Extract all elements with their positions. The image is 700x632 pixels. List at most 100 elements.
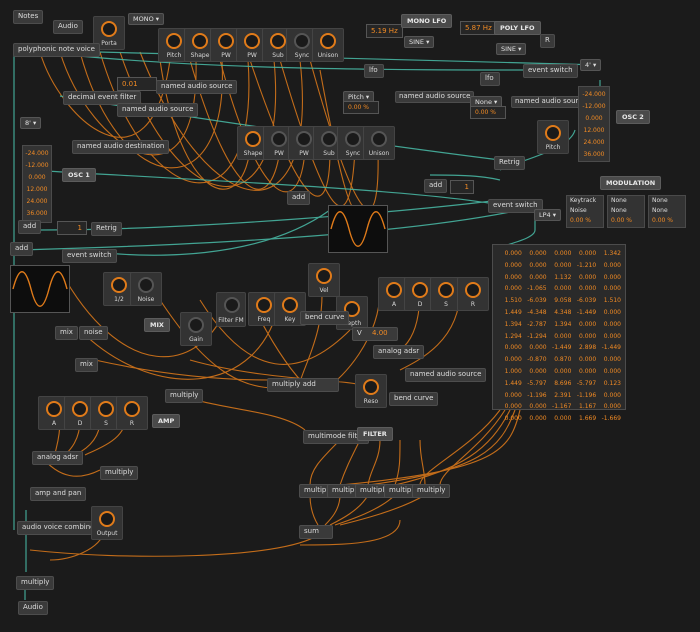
pitch-list-item[interactable]: 24.000	[23, 196, 51, 208]
pitch-mod-amount[interactable]: 0.00 %	[343, 101, 379, 114]
voice-combiner-node[interactable]: audio voice combiner	[17, 521, 103, 535]
vel-knob[interactable]: Vel	[308, 263, 340, 297]
named-audio-source-3[interactable]: named audio source	[405, 368, 487, 382]
osc2-pitch-knob[interactable]: Pitch	[537, 120, 569, 154]
reso-knob[interactable]: Reso	[355, 374, 387, 408]
octave-dropdown-a[interactable]: 8' ▾	[20, 117, 42, 129]
mix-node-1[interactable]: mix	[55, 326, 78, 340]
mix-node-2[interactable]: mix	[75, 358, 98, 372]
pitch-list-item[interactable]: -24.000	[23, 148, 51, 160]
pitch-list-item[interactable]: 24.000	[579, 137, 609, 149]
add-node-2[interactable]: add	[10, 242, 34, 256]
bend-curve-node-1[interactable]: bend curve	[300, 311, 350, 325]
event-switch-node-1[interactable]: event switch	[62, 249, 117, 263]
analog-adsr-node-2[interactable]: analog adsr	[32, 451, 84, 465]
osc2-knob-5[interactable]: Unison	[363, 126, 395, 160]
matrix-cell: -6.039	[576, 297, 597, 305]
pitch-list-item[interactable]: 0.000	[579, 113, 609, 125]
pitch-list-item[interactable]: -12.000	[23, 160, 51, 172]
pitch-list-item[interactable]: 36.000	[579, 149, 609, 161]
matrix-cell: 0.000	[603, 320, 621, 328]
notes-node[interactable]: Notes	[13, 10, 44, 24]
octave-dropdown-b[interactable]: 4' ▾	[580, 59, 602, 71]
multiply-node-1[interactable]: multiply	[165, 389, 204, 403]
audio-out-node[interactable]: Audio	[18, 601, 48, 615]
mod-slot-1[interactable]: Keytrack Noise 0.00 %	[566, 195, 604, 228]
named-audio-source-1[interactable]: named audio source	[156, 80, 238, 94]
noise-knob[interactable]: Noise	[130, 272, 162, 306]
mod-slot-amount: 0.00 %	[570, 217, 591, 224]
retrig-node-2[interactable]: Retrig	[494, 156, 525, 170]
matrix-cell: -1.065	[527, 285, 547, 293]
named-audio-destination[interactable]: named audio destination	[72, 140, 170, 154]
pitch-list-item[interactable]: -24.000	[579, 89, 609, 101]
sine-dropdown-2[interactable]: SINE ▾	[496, 43, 527, 55]
pitch-list-item[interactable]: 0.000	[23, 172, 51, 184]
matrix-cell: 0.000	[579, 285, 597, 293]
lfo-node-2[interactable]: lfo	[480, 72, 500, 86]
named-audio-source-4[interactable]: named audio source	[395, 91, 475, 103]
matrix-cell: 1.449	[504, 308, 522, 316]
pitch-list-item[interactable]: 36.000	[23, 208, 51, 220]
matrix-cell: -1.210	[576, 261, 597, 269]
audio-in-node[interactable]: Audio	[53, 20, 83, 34]
matrix-cell: -1.449	[576, 308, 597, 316]
matrix-row: 0.000 0.000 0.000 0.000 1.342	[497, 248, 621, 260]
lfo-rate-2[interactable]: 5.87 Hz	[460, 21, 497, 35]
knob-label: R	[470, 301, 476, 308]
multiply-add-node[interactable]: multiply add	[267, 378, 339, 392]
dropdown-value: LP4	[539, 211, 551, 219]
gain-knob[interactable]: Gain	[180, 312, 212, 346]
bend-curve-node-2[interactable]: bend curve	[389, 392, 439, 406]
pitch-list-right[interactable]: -24.000 -12.000 0.000 12.000 24.000 36.000	[578, 86, 610, 162]
sum-node[interactable]: sum	[299, 525, 333, 539]
analog-adsr-node-1[interactable]: analog adsr	[373, 345, 425, 359]
mod-slot-source: Keytrack	[570, 197, 597, 204]
pitch-list-left[interactable]: -24.000 -12.000 0.000 12.000 24.000 36.000	[22, 145, 52, 223]
event-switch-node-3[interactable]: event switch	[523, 64, 578, 78]
multiply-node-2[interactable]: multiply	[100, 466, 139, 480]
knob-icon	[218, 33, 234, 49]
filter-type-dropdown[interactable]: LP4 ▾	[534, 209, 562, 221]
output-knob[interactable]: Output	[91, 506, 123, 540]
knob-icon	[271, 131, 287, 147]
amp-and-pan-node[interactable]: amp and pan	[30, 487, 87, 501]
add-node-3[interactable]: add	[287, 191, 311, 205]
chevron-down-icon: ▾	[426, 38, 430, 46]
mono-dropdown[interactable]: MONO ▾	[128, 13, 165, 25]
sine-dropdown-1[interactable]: SINE ▾	[404, 36, 435, 48]
value-0-01[interactable]: 0.01	[117, 77, 157, 91]
mod-slot-dest: None	[652, 207, 668, 214]
noise-node[interactable]: noise	[79, 326, 108, 340]
matrix-cell: 0.000	[603, 356, 621, 364]
matrix-cell: 0.000	[504, 285, 522, 293]
poly-voice-node[interactable]: polyphonic note voice	[13, 43, 100, 57]
mod-slot-2[interactable]: None None 0.00 %	[607, 195, 645, 228]
filter-adsr-knob-3[interactable]: R	[457, 277, 489, 311]
retrig-node-1[interactable]: Retrig	[91, 222, 122, 236]
none-mod-amount[interactable]: 0.00 %	[470, 106, 506, 119]
knob-icon	[138, 277, 154, 293]
lfo-node-1[interactable]: lfo	[364, 64, 384, 78]
lfo-rate-1[interactable]: 5.19 Hz	[366, 24, 403, 38]
knob-label: Pitch	[545, 144, 561, 151]
named-audio-source-2[interactable]: named audio source	[117, 103, 199, 117]
matrix-row: 0.000 -0.870 0.870 0.000 0.000	[497, 354, 621, 366]
pitch-list-item[interactable]: 12.000	[23, 184, 51, 196]
pitch-list-item[interactable]: 12.000	[579, 125, 609, 137]
r-button[interactable]: R	[540, 34, 555, 48]
add-node-1[interactable]: add	[18, 220, 42, 234]
filter-fm-knob[interactable]: Filter FM	[216, 292, 246, 327]
mod-slot-3[interactable]: None None 0.00 %	[648, 195, 686, 228]
matrix-cell: 2.391	[554, 391, 572, 399]
knob-icon	[124, 401, 140, 417]
multiply-node-3[interactable]: multiply	[16, 576, 55, 590]
v-value-node[interactable]: V 4.00	[352, 327, 398, 341]
add-node-4[interactable]: add	[424, 179, 448, 193]
multiply-node-row-4[interactable]: multiply	[412, 484, 451, 498]
pitch-list-item[interactable]: -12.000	[579, 101, 609, 113]
amp-adsr-knob-3[interactable]: R	[116, 396, 148, 430]
osc1-knob-6[interactable]: Unison	[312, 28, 344, 62]
value-one-a[interactable]: 1	[57, 221, 87, 235]
value-one-b[interactable]: 1	[450, 180, 474, 194]
